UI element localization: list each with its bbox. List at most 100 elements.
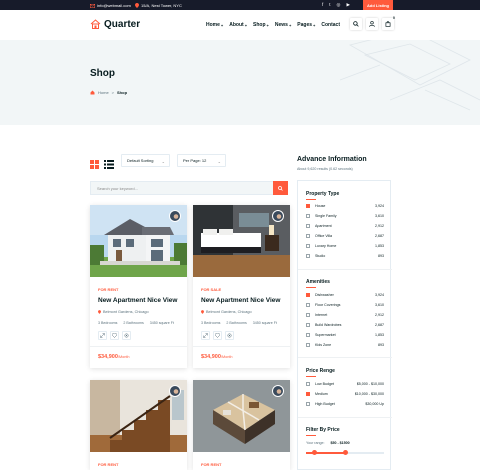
list-icon [104, 160, 114, 169]
property-image[interactable] [90, 380, 187, 452]
price-range-heading: Price Renge [306, 368, 335, 374]
plus-icon: + [220, 22, 224, 28]
filter-option[interactable]: Dishwasher 3,924 [306, 293, 384, 297]
filter-option[interactable]: Luxary Home 1,853 [306, 244, 384, 248]
address-text: Belmont Gardens, Chicago [103, 310, 149, 314]
card-actions [201, 331, 234, 340]
property-image[interactable] [90, 205, 187, 277]
property-card[interactable]: FOR RENT New Apartment Nice View Belmont… [90, 205, 187, 368]
account-button[interactable] [366, 18, 378, 30]
breadcrumb: Home > Shop [90, 90, 127, 95]
nav-item-about[interactable]: About + [229, 22, 247, 28]
checkbox[interactable] [306, 303, 310, 307]
property-image[interactable] [193, 205, 290, 277]
blueprint-decoration [339, 40, 480, 111]
address-text: 15/A, Nest Tower, NYC [141, 3, 182, 8]
listing-type-tag: FOR RENT [98, 287, 119, 292]
expand-button[interactable] [201, 331, 210, 340]
filter-option[interactable]: High Budget $30,000 Up [306, 402, 384, 406]
nav-item-contact[interactable]: Contact [321, 22, 340, 28]
checkbox[interactable] [306, 234, 310, 238]
checkbox[interactable] [306, 333, 310, 337]
filter-option[interactable]: House 3,924 [306, 204, 384, 208]
checkbox[interactable] [306, 343, 310, 347]
slider-handle-min[interactable] [312, 450, 317, 455]
search-input[interactable]: Search your keyword... [90, 181, 288, 195]
search-icon [278, 185, 283, 191]
compare-button[interactable] [225, 331, 234, 340]
property-title[interactable]: New Apartment Nice View [98, 297, 177, 304]
property-address: Belmont Gardens, Chicago [98, 310, 149, 314]
divider [90, 346, 187, 347]
nav-item-home[interactable]: Home + [206, 22, 223, 28]
checkbox[interactable] [306, 244, 310, 248]
checkbox[interactable] [306, 214, 310, 218]
youtube-icon[interactable]: ▶ [346, 2, 349, 8]
filter-option[interactable]: Supermarket 1,853 [306, 333, 384, 337]
wishlist-button[interactable] [110, 331, 119, 340]
search-button[interactable] [350, 18, 362, 30]
nav-item-pages[interactable]: Pages + [297, 22, 315, 28]
plus-icon: + [266, 22, 269, 28]
checkbox[interactable] [306, 402, 310, 406]
search-submit-button[interactable] [273, 181, 288, 195]
twitter-icon[interactable]: t [329, 2, 330, 8]
filter-option[interactable]: Single Family 3,610 [306, 214, 384, 218]
list-view-toggle[interactable] [104, 156, 114, 174]
grid-view-toggle[interactable] [90, 156, 99, 174]
checkbox[interactable] [306, 392, 310, 396]
checkbox[interactable] [306, 224, 310, 228]
filter-option[interactable]: Low Budget $5,000 - $10,000 [306, 382, 384, 386]
checkbox[interactable] [306, 254, 310, 258]
sort-select[interactable]: Default Sorting ⌄ [121, 154, 170, 167]
checkbox[interactable] [306, 313, 310, 317]
filter-price-heading: Filter By Price [306, 427, 340, 433]
slider-handle-max[interactable] [343, 450, 348, 455]
property-title[interactable]: New Apartment Nice View [201, 297, 280, 304]
nav-item-news[interactable]: News + [275, 22, 291, 28]
expand-button[interactable] [98, 331, 107, 340]
property-card[interactable]: FOR RENT [193, 380, 290, 470]
property-image[interactable] [193, 380, 290, 452]
nav-item-shop[interactable]: Shop + [253, 22, 269, 28]
chevron-down-icon: ⌄ [161, 159, 165, 164]
filter-option[interactable]: Floor Coverings 3,610 [306, 303, 384, 307]
agent-avatar[interactable] [272, 385, 284, 397]
filter-option[interactable]: Apartment 2,912 [306, 224, 384, 228]
checkbox[interactable] [306, 323, 310, 327]
logo[interactable]: Quarter [90, 19, 140, 30]
header-actions: 0 [350, 16, 395, 30]
listing-type-tag: FOR RENT [201, 462, 222, 467]
filter-option[interactable]: Build Wardrobes 2,687 [306, 323, 384, 327]
property-card[interactable]: FOR RENT [90, 380, 187, 470]
cart-button[interactable]: 0 [382, 16, 395, 30]
plus-icon: + [288, 22, 292, 28]
agent-avatar[interactable] [169, 385, 181, 397]
per-page-select[interactable]: Per Page: 12 ⌄ [177, 154, 226, 167]
plus-icon: + [244, 22, 248, 28]
facebook-icon[interactable]: f [322, 2, 323, 8]
checkbox[interactable] [306, 204, 310, 208]
filter-option[interactable]: Office Villa 2,687 [306, 234, 384, 238]
add-listing-button[interactable]: Add Listing [363, 0, 393, 10]
bathrooms: 2 Bathrooms [123, 321, 144, 325]
agent-avatar[interactable] [169, 210, 181, 222]
plus-icon: + [313, 22, 316, 28]
heart-icon [112, 333, 117, 338]
email-info[interactable]: info@webmail.com [90, 3, 131, 8]
filter-option[interactable]: Medium $10,000 - $30,000 [306, 392, 384, 396]
filter-option[interactable]: Internet 2,912 [306, 313, 384, 317]
filter-option[interactable]: Kids Zone 893 [306, 343, 384, 347]
wishlist-button[interactable] [213, 331, 222, 340]
price-slider-track[interactable] [306, 450, 384, 455]
instagram-icon[interactable]: ◎ [337, 2, 341, 8]
checkbox[interactable] [306, 382, 310, 386]
breadcrumb-home[interactable]: Home [98, 90, 109, 95]
address-info: 15/A, Nest Tower, NYC [135, 3, 182, 8]
divider [298, 269, 392, 270]
checkbox[interactable] [306, 293, 310, 297]
filter-option[interactable]: Studio 893 [306, 254, 384, 258]
property-card[interactable]: FOR SALE New Apartment Nice View Belmont… [193, 205, 290, 368]
compare-button[interactable] [122, 331, 131, 340]
agent-avatar[interactable] [272, 210, 284, 222]
